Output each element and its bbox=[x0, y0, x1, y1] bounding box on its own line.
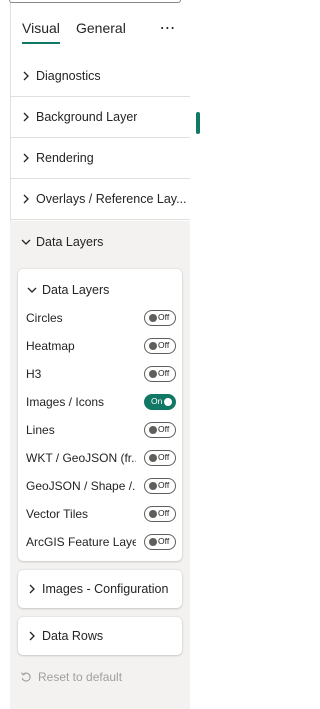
tab-general[interactable]: General bbox=[76, 20, 126, 36]
vector-tiles-toggle[interactable]: Off bbox=[144, 506, 176, 522]
layer-row-images-icons: Images / Icons On bbox=[26, 392, 176, 412]
tab-visual[interactable]: Visual bbox=[22, 20, 60, 36]
toggle-state: Off bbox=[158, 340, 170, 350]
toggle-state: Off bbox=[158, 480, 170, 490]
reset-to-default-button[interactable]: Reset to default bbox=[20, 670, 122, 684]
toggle-knob bbox=[149, 510, 157, 518]
layer-row-geojson-shape: GeoJSON / Shape /... Off bbox=[26, 476, 176, 496]
layer-label: Lines bbox=[26, 423, 55, 437]
section-overlays[interactable]: Overlays / Reference Lay... bbox=[10, 179, 190, 220]
search-box-edge[interactable] bbox=[9, 0, 181, 3]
toggle-knob bbox=[149, 482, 157, 490]
section-data-layers[interactable]: Data Layers bbox=[10, 221, 190, 262]
lines-toggle[interactable]: Off bbox=[144, 422, 176, 438]
active-tab-underline bbox=[22, 42, 60, 44]
section-diagnostics[interactable]: Diagnostics bbox=[10, 56, 190, 97]
toggle-knob bbox=[149, 426, 157, 434]
layer-row-wkt-geojson: WKT / GeoJSON (fr... Off bbox=[26, 448, 176, 468]
layer-label: H3 bbox=[26, 367, 42, 381]
section-label: Data Layers bbox=[36, 234, 104, 249]
toggle-state: Off bbox=[158, 452, 170, 462]
images-icons-toggle[interactable]: On bbox=[144, 394, 176, 410]
card-title: Images - Configuration bbox=[42, 582, 169, 596]
scroll-indicator[interactable] bbox=[196, 112, 200, 134]
layer-row-circles: Circles Off bbox=[26, 308, 176, 328]
geojson-shape-toggle[interactable]: Off bbox=[144, 478, 176, 494]
section-rendering[interactable]: Rendering bbox=[10, 138, 190, 179]
chevron-right-icon bbox=[23, 71, 29, 81]
data-rows-header[interactable]: Data Rows bbox=[26, 629, 103, 643]
reset-label: Reset to default bbox=[38, 670, 123, 684]
layer-label: WKT / GeoJSON (fr... bbox=[26, 451, 136, 465]
layer-label: Heatmap bbox=[26, 339, 75, 353]
images-configuration-header[interactable]: Images - Configuration bbox=[26, 582, 168, 596]
toggle-knob bbox=[149, 314, 157, 322]
layer-label: Images / Icons bbox=[26, 395, 105, 409]
toggle-knob bbox=[149, 538, 157, 546]
toggle-knob bbox=[149, 342, 157, 350]
chevron-right-icon bbox=[23, 153, 29, 163]
chevron-down-icon bbox=[21, 239, 31, 245]
toggle-state: Off bbox=[158, 312, 170, 322]
layer-label: Circles bbox=[26, 311, 63, 325]
chevron-right-icon bbox=[29, 584, 35, 594]
toggle-knob bbox=[149, 454, 157, 462]
wkt-geojson-toggle[interactable]: Off bbox=[144, 450, 176, 466]
chevron-right-icon bbox=[23, 112, 29, 122]
format-tabs: Visual General ⋯ bbox=[22, 18, 182, 44]
card-title: Data Rows bbox=[42, 629, 104, 643]
toggle-knob bbox=[149, 370, 157, 378]
h3-toggle[interactable]: Off bbox=[144, 366, 176, 382]
pane-scroll-track bbox=[190, 0, 203, 709]
toggle-state: Off bbox=[158, 508, 170, 518]
chevron-right-icon bbox=[29, 631, 35, 641]
section-label: Background Layer bbox=[36, 110, 138, 124]
layer-row-vector-tiles: Vector Tiles Off bbox=[26, 504, 176, 524]
reset-icon bbox=[21, 672, 31, 682]
card-title: Data Layers bbox=[42, 283, 110, 297]
chevron-right-icon bbox=[23, 194, 29, 204]
arcgis-feature-layer-toggle[interactable]: Off bbox=[144, 534, 176, 550]
toggle-state: On bbox=[151, 396, 163, 406]
section-label: Rendering bbox=[36, 151, 94, 165]
layer-label: ArcGIS Feature Layer bbox=[26, 535, 136, 549]
toggle-state: Off bbox=[158, 424, 170, 434]
circles-toggle[interactable]: Off bbox=[144, 310, 176, 326]
layer-label: GeoJSON / Shape /... bbox=[26, 479, 136, 493]
layer-row-lines: Lines Off bbox=[26, 420, 176, 440]
heatmap-toggle[interactable]: Off bbox=[144, 338, 176, 354]
toggle-state: Off bbox=[158, 536, 170, 546]
chevron-down-icon bbox=[27, 287, 37, 293]
toggle-state: Off bbox=[158, 368, 170, 378]
layer-row-heatmap: Heatmap Off bbox=[26, 336, 176, 356]
section-label: Overlays / Reference Lay... bbox=[36, 192, 187, 206]
section-label: Diagnostics bbox=[36, 69, 101, 83]
more-options-button[interactable]: ⋯ bbox=[157, 18, 179, 38]
toggle-knob bbox=[164, 398, 172, 406]
layer-row-arcgis-feature-layer: ArcGIS Feature Layer Off bbox=[26, 532, 176, 552]
layer-label: Vector Tiles bbox=[26, 507, 89, 521]
section-background-layer[interactable]: Background Layer bbox=[10, 97, 190, 138]
layer-row-h3: H3 Off bbox=[26, 364, 176, 384]
data-layers-card-header[interactable]: Data Layers bbox=[26, 283, 109, 297]
